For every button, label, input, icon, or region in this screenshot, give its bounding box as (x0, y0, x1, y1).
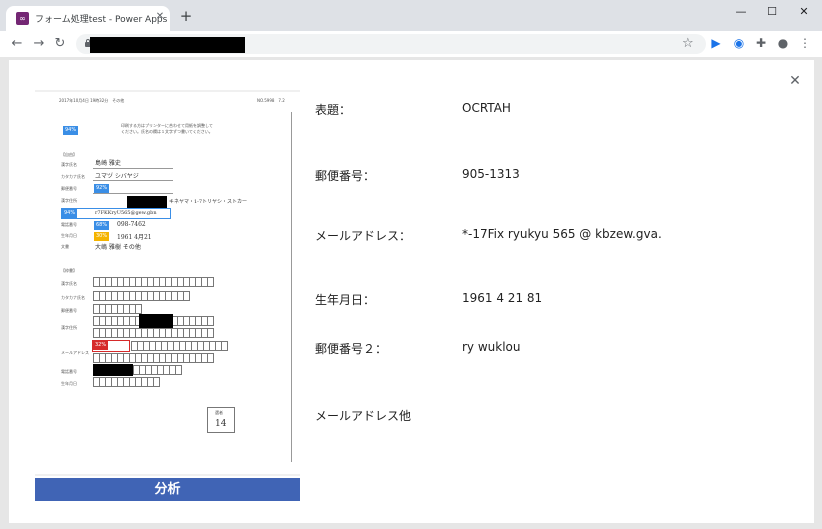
close-icon[interactable]: ✕ (787, 73, 803, 89)
form-line (93, 193, 173, 194)
form-label: 漢字氏名 (61, 162, 77, 167)
stamp-label: 選者 (215, 410, 223, 415)
form-edge (291, 112, 292, 462)
form-label: 電話番号 (61, 369, 77, 374)
new-tab-icon[interactable]: + (178, 8, 194, 24)
form-header-right: NO.5998 7.2 (257, 98, 285, 103)
form-label: 漢字氏名 (61, 281, 77, 286)
form-header-left: 2017年10月4日 19時32分 その他 (59, 98, 125, 103)
form-label: 文書 (61, 244, 69, 249)
window-close-icon[interactable]: ✕ (794, 4, 814, 20)
handwriting-address: キネヤマ・1-7トリヤシ・ストカー (169, 199, 248, 205)
form-note-2: ください。氏名の欄は１文字ずつ書いてください。 (121, 129, 213, 134)
field-value-postal-code-2: ry wuklou (462, 340, 521, 354)
char-cells (133, 365, 182, 375)
confidence-badge: 94% (63, 126, 79, 135)
field-label-title: 表題： (315, 103, 352, 117)
form-label: 生年月日 (61, 381, 77, 386)
menu-icon[interactable]: ⋮ (797, 35, 813, 51)
form-line (93, 180, 173, 181)
field-label-postal-code-2: 郵便番号２： (315, 342, 388, 356)
form-label: 電話番号 (61, 222, 77, 227)
confidence-badge: 94% (62, 209, 78, 218)
minimize-icon[interactable]: — (731, 4, 751, 20)
reload-icon[interactable]: ↻ (51, 35, 69, 53)
analyze-button[interactable]: 分析 (35, 478, 300, 501)
tab-power-apps[interactable]: ∞ フォーム処理test - Power Apps ✕ (6, 6, 170, 31)
maximize-icon[interactable]: ☐ (762, 4, 782, 20)
form-label: 郵便番号 (61, 186, 77, 191)
form-label: 郵便番号 (61, 308, 77, 313)
char-cells (93, 291, 190, 301)
form-section-1: 【自由】 (61, 152, 77, 157)
handwriting-name: 島崎 雅史 (95, 160, 121, 167)
address-bar[interactable]: ☆ (76, 34, 706, 54)
field-label-email-other: メールアドレス他 (315, 409, 412, 423)
form-image: 2017年10月4日 19時32分 その他 NO.5998 7.2 94% 印刷… (35, 90, 300, 476)
char-cells (93, 353, 214, 363)
char-cells (93, 304, 142, 314)
form-label: メールアドレス (61, 350, 89, 355)
circle-extension-icon[interactable]: ◉ (731, 35, 747, 51)
handwriting-kana: ユマヅ シバヤジ (95, 173, 139, 180)
tab-strip: ∞ フォーム処理test - Power Apps ✕ + — ☐ ✕ (0, 0, 822, 31)
confidence-badge: 68% (94, 221, 110, 230)
handwriting-doc: 大嶋 雅樹 その他 (95, 244, 141, 251)
star-icon[interactable]: ☆ (682, 35, 694, 53)
confidence-badge: 32% (93, 341, 109, 350)
power-apps-icon: ∞ (16, 12, 29, 25)
browser-window: ∞ フォーム処理test - Power Apps ✕ + — ☐ ✕ ← → … (0, 0, 822, 529)
form-label: 漢字住所 (61, 325, 77, 330)
confidence-badge: 30% (94, 232, 110, 241)
redacted-block (127, 196, 167, 208)
field-label-birth-date: 生年月日： (315, 293, 376, 307)
handwriting-phone: 098-7462 (117, 221, 146, 228)
puzzle-icon[interactable]: ✚ (753, 35, 769, 51)
handwriting-email: r7FKKryU565@gew.gbn (95, 210, 157, 216)
profile-icon[interactable]: ● (775, 35, 791, 51)
char-cells (93, 377, 160, 387)
form-label: カタカナ氏名 (61, 174, 85, 179)
field-value-email: *-17Fix ryukyu 565 @ kbzew.gva. (462, 227, 662, 241)
browser-toolbar: ← → ↻ ☆ (0, 31, 822, 57)
close-icon[interactable]: ✕ (154, 11, 166, 23)
char-cells (93, 277, 214, 287)
redacted-block (139, 314, 173, 328)
scanned-form: 2017年10月4日 19時32分 その他 NO.5998 7.2 94% 印刷… (35, 92, 300, 474)
redacted-block (93, 364, 133, 376)
field-value-postal-code: 905-1313 (462, 167, 520, 181)
char-cells (93, 328, 214, 338)
field-label-email: メールアドレス： (315, 229, 412, 243)
form-label: カタカナ氏名 (61, 295, 85, 300)
form-line (93, 168, 173, 169)
field-label-postal-code: 郵便番号： (315, 169, 376, 183)
confidence-badge: 92% (94, 184, 110, 193)
back-icon[interactable]: ← (8, 35, 26, 53)
field-value-title: OCRTAH (462, 101, 511, 115)
url-redacted (90, 37, 245, 53)
field-value-birth-date: 1961 4 21 81 (462, 291, 543, 305)
stamp-value: 14 (215, 419, 227, 429)
char-cells (131, 341, 228, 351)
handwriting-birth: 1961 4月21 (117, 234, 152, 241)
forward-icon[interactable]: → (30, 35, 48, 53)
form-label: 漢字住所 (61, 198, 77, 203)
form-section-2: 【枠書】 (61, 268, 77, 273)
form-label: 生年月日 (61, 233, 77, 238)
flow-extension-icon[interactable]: ▶ (708, 35, 724, 51)
tab-title: フォーム処理test - Power Apps (35, 15, 168, 25)
